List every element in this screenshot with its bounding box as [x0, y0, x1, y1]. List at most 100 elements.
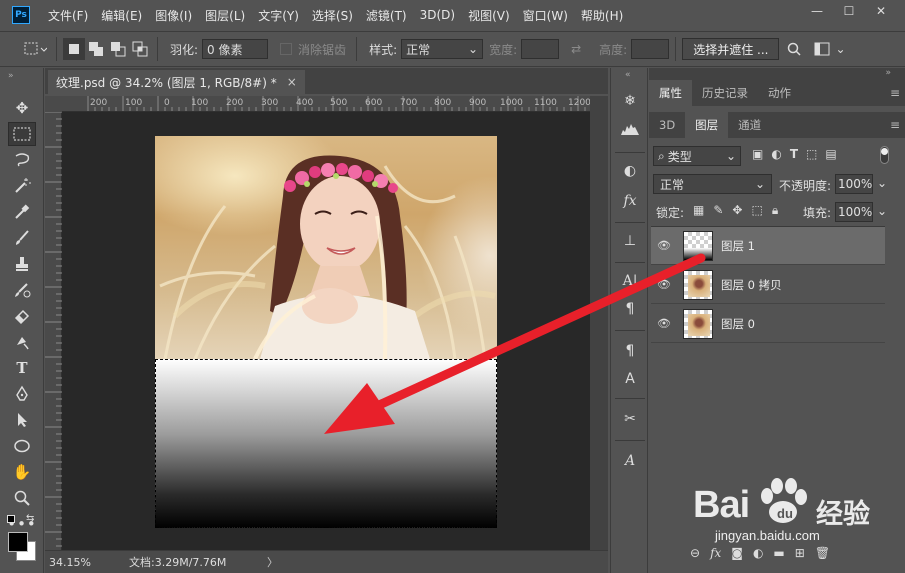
- shape-filter-icon[interactable]: ⬚: [806, 147, 817, 161]
- type-filter-icon[interactable]: T: [790, 147, 798, 161]
- panel-menu-icon[interactable]: ≡: [885, 80, 905, 106]
- menu-window[interactable]: 窗口(W): [523, 7, 568, 24]
- zoom-level[interactable]: 34.15%: [49, 556, 107, 569]
- visibility-eye-icon[interactable]: 👁︎: [651, 278, 677, 291]
- menu-filter[interactable]: 滤镜(T): [366, 7, 407, 24]
- menu-layer[interactable]: 图层(L): [205, 7, 245, 24]
- magic-wand-tool-icon[interactable]: [8, 174, 36, 198]
- menu-edit[interactable]: 编辑(E): [101, 7, 142, 24]
- intersect-selection-icon[interactable]: [129, 38, 151, 60]
- menu-select[interactable]: 选择(S): [312, 7, 353, 24]
- link-icon[interactable]: ⊖: [690, 546, 700, 560]
- workspace-icon[interactable]: [811, 38, 833, 60]
- smart-object-filter-icon[interactable]: ▤: [825, 147, 836, 161]
- chevron-down-icon[interactable]: ⌄: [835, 42, 845, 56]
- close-button[interactable]: ✕: [865, 2, 897, 20]
- default-colors-icon[interactable]: [7, 515, 15, 523]
- lock-all-icon[interactable]: 🔒︎: [772, 203, 778, 218]
- fill-input[interactable]: 100%: [835, 202, 873, 222]
- new-layer-icon[interactable]: ⊞: [795, 546, 805, 560]
- subtract-selection-icon[interactable]: [107, 38, 129, 60]
- styles-fx-icon[interactable]: fx: [616, 188, 644, 214]
- mask-icon[interactable]: ◙: [731, 546, 743, 560]
- lock-image-icon[interactable]: ✎: [713, 203, 723, 218]
- eraser-tool-icon[interactable]: [8, 304, 36, 328]
- chevron-down-icon[interactable]: ⌄: [877, 176, 887, 190]
- gradient-tool-icon[interactable]: [8, 330, 36, 354]
- lock-transparent-icon[interactable]: ▦: [693, 203, 704, 218]
- tab-properties[interactable]: 属性: [649, 80, 692, 106]
- lock-position-icon[interactable]: ✥: [732, 203, 742, 218]
- style-select[interactable]: 正常 ⌄: [401, 39, 484, 59]
- fx-icon[interactable]: fx: [710, 546, 721, 560]
- collapse-icon[interactable]: »: [8, 71, 14, 81]
- type-tool-icon[interactable]: T: [8, 356, 36, 380]
- pixel-filter-icon[interactable]: ▣: [752, 147, 763, 161]
- menu-3d[interactable]: 3D(D): [420, 8, 455, 22]
- adjustments-icon[interactable]: ◐: [616, 158, 644, 184]
- paragraph-icon[interactable]: ¶: [616, 296, 644, 322]
- adjustment-icon[interactable]: ◐: [753, 546, 763, 560]
- antialias-checkbox[interactable]: [280, 43, 293, 55]
- layer-row[interactable]: 👁︎ 图层 0: [651, 305, 885, 343]
- marquee-preset-icon[interactable]: [20, 38, 50, 60]
- move-tool-icon[interactable]: ✥: [8, 96, 36, 120]
- add-selection-icon[interactable]: [85, 38, 107, 60]
- marquee-tool-icon[interactable]: [8, 122, 36, 146]
- ellipse-tool-icon[interactable]: [8, 434, 36, 458]
- visibility-eye-icon[interactable]: 👁︎: [651, 317, 677, 330]
- layer-row[interactable]: 👁︎ 图层 0 拷贝: [651, 266, 885, 304]
- adjustment-filter-icon[interactable]: ◐: [771, 147, 781, 161]
- minimize-button[interactable]: —: [801, 2, 833, 20]
- visibility-eye-icon[interactable]: 👁︎: [651, 239, 677, 252]
- trash-icon[interactable]: 🗑︎: [815, 546, 830, 560]
- maximize-button[interactable]: ☐: [833, 2, 865, 20]
- group-icon[interactable]: ▬: [773, 546, 784, 560]
- document-tab[interactable]: 纹理.psd @ 34.2% (图层 1, RGB/8#) * ×: [48, 70, 305, 94]
- tab-actions[interactable]: 动作: [758, 80, 801, 106]
- pen-tool-icon[interactable]: [8, 382, 36, 406]
- character-styles-icon[interactable]: A: [616, 366, 644, 392]
- menu-type[interactable]: 文字(Y): [258, 7, 299, 24]
- layer-filter-select[interactable]: ⌕ 类型 ⌄: [653, 146, 741, 166]
- filter-toggle[interactable]: [880, 146, 889, 164]
- tab-history[interactable]: 历史记录: [692, 80, 758, 106]
- clone-source-icon[interactable]: ⊥: [616, 228, 644, 254]
- brush-tool-icon[interactable]: [8, 226, 36, 250]
- paragraph-styles-icon[interactable]: ¶: [616, 338, 644, 364]
- menu-file[interactable]: 文件(F): [48, 7, 88, 24]
- collapse-icon[interactable]: «: [625, 70, 631, 80]
- opacity-input[interactable]: 100%: [835, 174, 873, 194]
- blend-mode-select[interactable]: 正常 ⌄: [653, 174, 772, 194]
- menu-view[interactable]: 视图(V): [468, 7, 510, 24]
- new-selection-icon[interactable]: [63, 38, 85, 60]
- height-input[interactable]: [631, 39, 670, 59]
- selection-marquee[interactable]: [155, 359, 497, 528]
- artboard-lock-icon[interactable]: ⬚: [751, 203, 762, 218]
- status-menu-icon[interactable]: 〉: [267, 554, 278, 570]
- lasso-tool-icon[interactable]: [8, 148, 36, 172]
- history-brush-icon[interactable]: [8, 278, 36, 302]
- tab-layers[interactable]: 图层: [685, 112, 729, 138]
- swap-icon[interactable]: ⇄: [565, 38, 587, 60]
- path-selection-icon[interactable]: [8, 408, 36, 432]
- tab-channels[interactable]: 通道: [728, 112, 771, 138]
- panel-menu-icon[interactable]: ≡: [885, 112, 905, 138]
- collapse-icon[interactable]: »: [885, 68, 891, 78]
- foreground-color-swatch[interactable]: [8, 532, 28, 552]
- menu-image[interactable]: 图像(I): [155, 7, 192, 24]
- select-and-mask-button[interactable]: 选择并遮住 ...: [682, 38, 780, 60]
- tool-presets-icon[interactable]: ✂: [616, 406, 644, 432]
- stamp-tool-icon[interactable]: [8, 252, 36, 276]
- hand-tool-icon[interactable]: ✋: [8, 460, 36, 484]
- layer-row[interactable]: 👁︎ 图层 1: [651, 227, 885, 265]
- glyphs-icon[interactable]: A: [616, 448, 644, 474]
- chevron-down-icon[interactable]: ⌄: [877, 204, 887, 218]
- zoom-tool-icon[interactable]: [8, 486, 36, 510]
- tab-3d[interactable]: 3D: [649, 112, 685, 138]
- search-icon[interactable]: [783, 38, 805, 60]
- character-icon[interactable]: A|: [616, 268, 644, 294]
- menu-help[interactable]: 帮助(H): [581, 7, 623, 24]
- histogram-icon[interactable]: [616, 116, 644, 142]
- eyedropper-tool-icon[interactable]: [8, 200, 36, 224]
